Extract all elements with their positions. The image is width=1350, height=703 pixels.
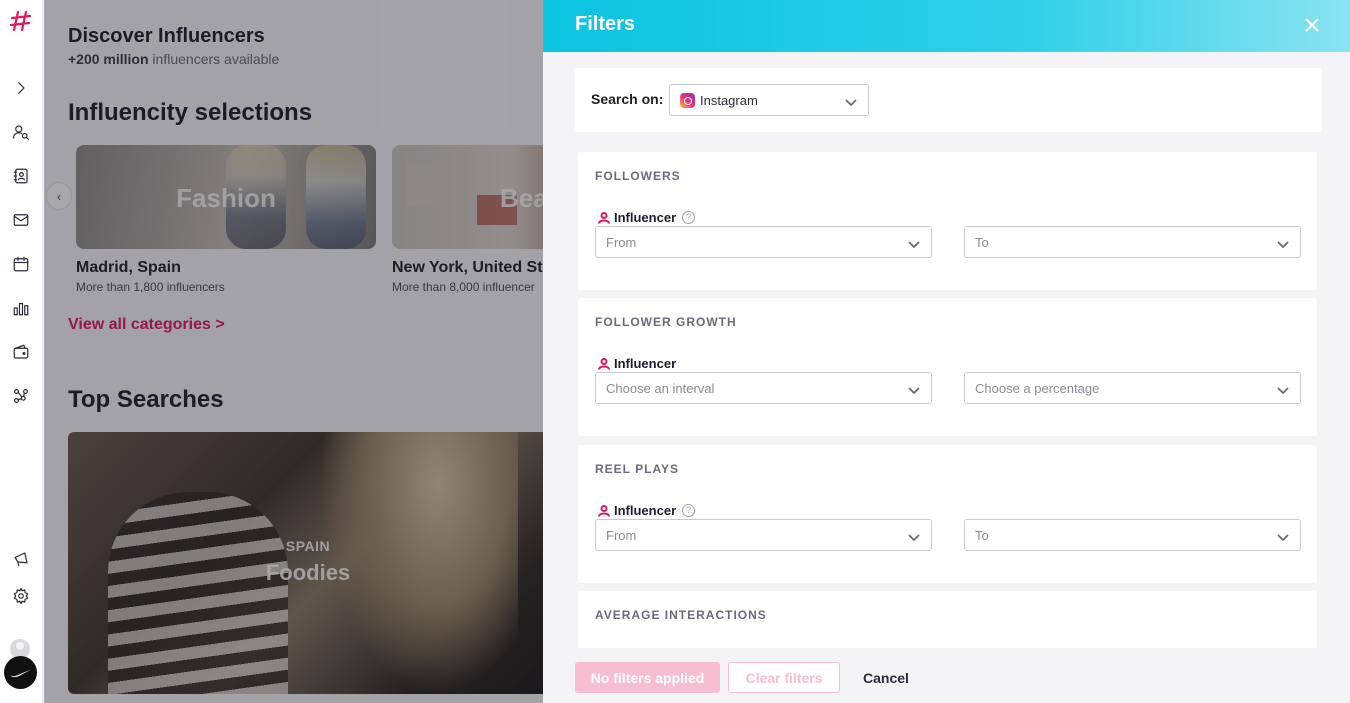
- logo-icon[interactable]: [9, 9, 33, 33]
- chevron-down-icon: [908, 237, 920, 249]
- reel-plays-from-select[interactable]: From: [595, 519, 932, 551]
- swoosh-icon: [10, 669, 31, 677]
- person-icon: [598, 504, 610, 517]
- chevron-down-icon: [1277, 530, 1289, 542]
- help-icon[interactable]: ?: [682, 211, 696, 224]
- filters-footer: No filters applied Clear filters Cancel: [543, 648, 1350, 703]
- filter-sub-label: Influencer ?: [598, 210, 696, 225]
- person-icon: [598, 357, 610, 370]
- calendar-icon[interactable]: [9, 252, 33, 276]
- followers-to-select[interactable]: To: [964, 226, 1301, 258]
- chevron-down-icon: [908, 530, 920, 542]
- filter-section-title: FOLLOWER GROWTH: [595, 315, 737, 329]
- chevron-down-icon: [1277, 383, 1289, 395]
- filters-header: Filters: [543, 0, 1350, 52]
- filters-panel: Filters Search on: Instagram FOLLOWERS I…: [543, 0, 1350, 703]
- filter-sub-label-text: Influencer: [614, 210, 677, 225]
- expand-icon[interactable]: [9, 76, 33, 100]
- filter-section-title: AVERAGE INTERACTIONS: [595, 608, 767, 622]
- filter-sub-label-text: Influencer: [614, 503, 677, 518]
- reel-plays-filter: REEL PLAYS Influencer ? From To: [578, 445, 1317, 583]
- instagram-icon: [680, 93, 695, 108]
- clear-filters-button[interactable]: Clear filters: [728, 662, 840, 693]
- filters-body[interactable]: Search on: Instagram FOLLOWERS Influence…: [575, 68, 1322, 648]
- contacts-icon[interactable]: [9, 164, 33, 188]
- mail-icon[interactable]: [9, 208, 33, 232]
- megaphone-icon[interactable]: [9, 547, 33, 571]
- platform-select[interactable]: Instagram: [669, 84, 869, 116]
- search-on-card: Search on: Instagram: [575, 68, 1322, 132]
- close-icon: [1305, 18, 1319, 32]
- person-icon: [598, 211, 610, 224]
- close-button[interactable]: [1300, 13, 1324, 37]
- filter-section-title: FOLLOWERS: [595, 169, 681, 183]
- filter-sub-label: Influencer ?: [598, 503, 696, 518]
- filter-sub-label-text: Influencer: [614, 356, 677, 371]
- help-icon[interactable]: ?: [682, 504, 696, 517]
- select-placeholder: To: [975, 235, 989, 250]
- apply-filters-button[interactable]: No filters applied: [575, 662, 720, 693]
- select-placeholder: Choose a percentage: [975, 381, 1100, 396]
- settings-icon[interactable]: [9, 584, 33, 608]
- chevron-down-icon: [1277, 237, 1289, 249]
- discover-icon[interactable]: [9, 120, 33, 144]
- reel-plays-to-select[interactable]: To: [964, 519, 1301, 551]
- select-placeholder: From: [606, 528, 637, 543]
- chevron-down-icon: [845, 95, 857, 107]
- followers-from-select[interactable]: From: [595, 226, 932, 258]
- select-placeholder: From: [606, 235, 637, 250]
- wallet-icon[interactable]: [9, 340, 33, 364]
- search-on-label: Search on:: [591, 91, 664, 107]
- select-placeholder: To: [975, 528, 989, 543]
- growth-interval-select[interactable]: Choose an interval: [595, 372, 932, 404]
- average-interactions-filter: AVERAGE INTERACTIONS: [578, 591, 1317, 648]
- filters-title: Filters: [575, 13, 636, 35]
- modal-backdrop[interactable]: [44, 0, 587, 703]
- chevron-down-icon: [908, 383, 920, 395]
- growth-percentage-select[interactable]: Choose a percentage: [964, 372, 1301, 404]
- select-placeholder: Choose an interval: [606, 381, 715, 396]
- sidebar-nav: [0, 0, 43, 703]
- network-icon[interactable]: [9, 384, 33, 408]
- followers-filter: FOLLOWERS Influencer ? From To: [578, 152, 1317, 290]
- filter-sub-label: Influencer: [598, 356, 676, 371]
- brand-avatar[interactable]: [4, 656, 37, 689]
- analytics-icon[interactable]: [9, 296, 33, 320]
- cancel-button[interactable]: Cancel: [853, 662, 919, 693]
- follower-growth-filter: FOLLOWER GROWTH Influencer Choose an int…: [578, 298, 1317, 436]
- filter-section-title: REEL PLAYS: [595, 462, 680, 476]
- platform-select-value: Instagram: [700, 93, 758, 108]
